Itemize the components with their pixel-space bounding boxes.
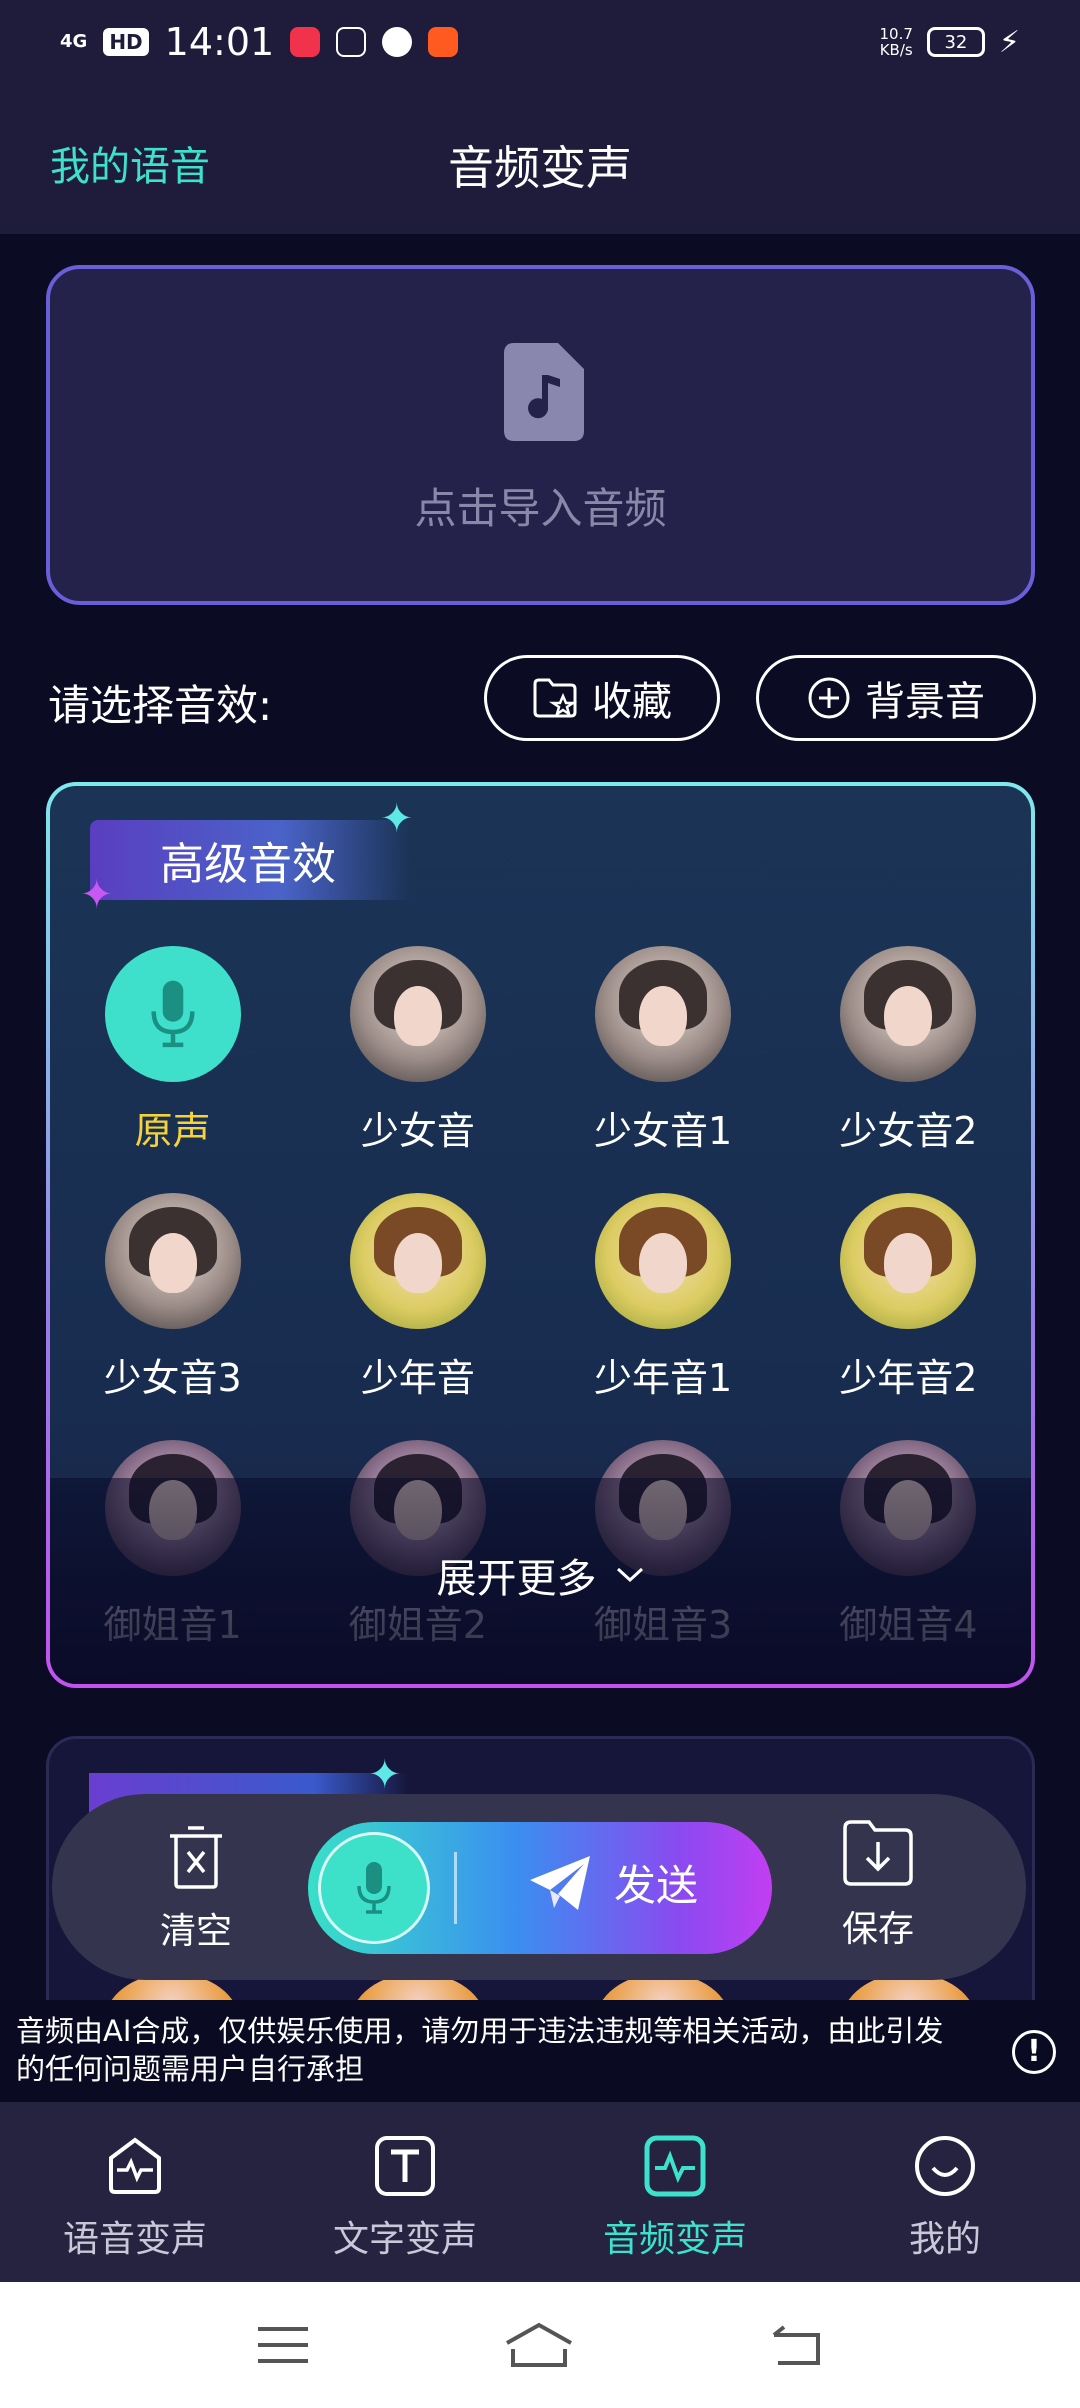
avatar [349, 1193, 486, 1329]
bottom-nav: 语音变声 文字变声 音频变声 我的 [0, 2102, 1080, 2282]
save-button[interactable]: 保存 [818, 1818, 938, 1952]
sparkle-icon: ✦ [80, 872, 114, 918]
favorites-button[interactable]: 收藏 [484, 655, 720, 741]
save-label: 保存 [841, 1909, 914, 1950]
folder-download-icon [843, 1820, 913, 1886]
record-button[interactable] [318, 1832, 430, 1944]
effect-item[interactable]: 少年音 [295, 1193, 540, 1402]
home-icon[interactable] [503, 2321, 575, 2369]
smile-icon [915, 2136, 975, 2196]
effect-label: 少年音1 [594, 1356, 733, 1400]
info-icon[interactable]: ! [1012, 2030, 1056, 2074]
effect-item[interactable]: 少女音 [295, 946, 540, 1155]
microphone-icon [357, 1862, 391, 1914]
send-button[interactable]: 发送 [528, 1852, 698, 1913]
system-nav-bar [0, 2282, 1080, 2408]
background-music-button[interactable]: 背景音 [756, 655, 1036, 741]
status-time: 14:01 [164, 20, 275, 64]
notification-app-icon-2 [428, 27, 459, 57]
chevron-down-icon [616, 1567, 643, 1583]
paper-plane-icon [530, 1855, 590, 1910]
plus-circle-icon [808, 677, 850, 719]
send-label: 发送 [614, 1861, 699, 1910]
expand-more-button[interactable]: 展开更多 [50, 1546, 1031, 1604]
effect-item[interactable]: 少女音3 [50, 1193, 295, 1402]
disclaimer-text: 音频由AI合成，仅供娱乐使用，请勿用于违法违规等相关活动，由此引发的任何问题需用… [16, 2014, 944, 2086]
effect-item[interactable]: 少年音1 [541, 1193, 786, 1402]
advanced-effects-panel: 高级音效 ✦ ✦ 原声少女音少女音1少女音2少女音3少年音少年音1少年音2御姐音… [46, 782, 1035, 1688]
nav-mine[interactable]: 我的 [810, 2102, 1080, 2282]
avatar [840, 946, 977, 1082]
import-audio-button[interactable]: 点击导入音频 [46, 265, 1035, 605]
effect-item[interactable]: 少女音2 [786, 946, 1031, 1155]
favorites-label: 收藏 [592, 679, 672, 725]
network-indicator: 4G [60, 31, 88, 52]
text-change-icon [375, 2136, 435, 2196]
import-audio-label: 点击导入音频 [414, 484, 667, 533]
panel-title: 高级音效 [90, 820, 410, 900]
avatar [595, 946, 732, 1082]
effect-label: 少女音2 [839, 1109, 978, 1153]
action-bar: 清空 发送 保存 [52, 1794, 1026, 1980]
chat-icon [382, 27, 413, 57]
notification-app-icon [290, 27, 321, 57]
nav-audio-change[interactable]: 音频变声 [540, 2102, 810, 2282]
audio-change-icon [644, 2135, 706, 2197]
effect-label: 少女音3 [103, 1356, 242, 1400]
effect-label: 少年音2 [839, 1356, 978, 1400]
charging-icon: ⚡ [998, 24, 1020, 60]
battery-level: 32 [944, 31, 968, 53]
trash-icon [170, 1826, 222, 1889]
effect-item[interactable]: 少女音1 [541, 946, 786, 1155]
divider [454, 1852, 457, 1924]
status-bar: 4G HD 14:01 10.7 KB/s 32 ⚡ [0, 0, 1080, 84]
voice-change-icon [109, 2137, 161, 2194]
tiktok-icon [336, 27, 367, 57]
effect-label: 少女音1 [594, 1109, 733, 1153]
nav-text-change[interactable]: 文字变声 [270, 2102, 540, 2282]
effect-item[interactable]: 原声 [50, 946, 295, 1155]
network-speed: 10.7 KB/s [880, 26, 913, 58]
expand-more-label: 展开更多 [436, 1556, 597, 1602]
select-effect-label: 请选择音效: [48, 681, 273, 730]
background-music-label: 背景音 [865, 679, 985, 725]
app-header: 我的语音 音频变声 [0, 84, 1080, 234]
nav-label: 音频变声 [602, 2219, 747, 2260]
nav-voice-change[interactable]: 语音变声 [0, 2102, 270, 2282]
microphone-icon [151, 980, 195, 1048]
clear-label: 清空 [159, 1911, 232, 1952]
clear-button[interactable]: 清空 [136, 1824, 256, 1954]
disclaimer-bar: 音频由AI合成，仅供娱乐使用，请勿用于违法违规等相关活动，由此引发的任何问题需用… [0, 2000, 1080, 2102]
page-title: 音频变声 [448, 141, 632, 195]
music-file-icon [504, 343, 584, 441]
effect-label: 少年音 [360, 1356, 475, 1400]
avatar [840, 1193, 977, 1329]
nav-label: 我的 [908, 2219, 981, 2260]
sparkle-icon: ✦ [368, 1752, 402, 1798]
folder-star-icon [533, 678, 578, 718]
speed-value: 10.7 [879, 25, 913, 43]
nav-label: 语音变声 [62, 2219, 207, 2260]
sparkle-icon: ✦ [380, 796, 414, 842]
hd-badge: HD [103, 28, 149, 56]
effect-item[interactable]: 少年音2 [786, 1193, 1031, 1402]
nav-label: 文字变声 [332, 2219, 477, 2260]
original-voice-avatar [104, 946, 241, 1082]
back-icon[interactable] [768, 2323, 824, 2367]
effect-label: 少女音 [360, 1109, 475, 1153]
send-pill: 发送 [308, 1822, 772, 1954]
avatar [104, 1193, 241, 1329]
battery-icon: 32 [926, 27, 985, 57]
avatar [595, 1193, 732, 1329]
avatar [349, 946, 486, 1082]
menu-icon[interactable] [256, 2325, 310, 2365]
effect-label: 原声 [134, 1109, 211, 1153]
speed-unit: KB/s [879, 41, 913, 59]
